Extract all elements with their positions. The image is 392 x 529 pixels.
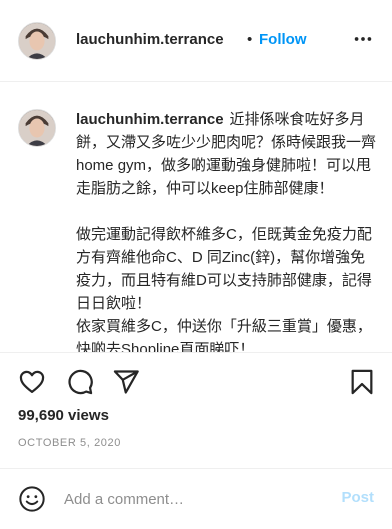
caption-body: 近排係咪食咗好多月餅，又滯又多咗少少肥肉呢？係時候跟我一齊home gym，做多… — [76, 111, 377, 353]
bookmark-icon[interactable] — [348, 368, 376, 396]
share-icon[interactable] — [112, 368, 140, 396]
post-date: OCTOBER 5, 2020 — [18, 437, 121, 449]
post-header: lauchunhim.terrance • Follow — [0, 0, 392, 82]
action-bar — [0, 360, 392, 404]
avatar-icon — [19, 23, 55, 59]
separator-dot: • — [247, 31, 253, 48]
follow-button[interactable]: Follow — [259, 31, 307, 48]
avatar-icon — [19, 110, 55, 146]
comment-bar: Post — [0, 468, 392, 529]
caption-avatar[interactable] — [18, 109, 56, 147]
comment-input[interactable] — [64, 487, 324, 511]
more-horizontal-icon[interactable] — [352, 28, 374, 50]
views-count[interactable]: 99,690 views — [18, 407, 109, 424]
emoji-icon[interactable] — [18, 485, 46, 513]
comment-icon[interactable] — [66, 368, 94, 396]
caption-text: lauchunhim.terrance 近排係咪食咗好多月餅，又滯又多咗少少肥肉呢… — [76, 108, 380, 353]
post-button[interactable]: Post — [341, 489, 374, 506]
heart-icon[interactable] — [18, 368, 46, 396]
caption-area: lauchunhim.terrance 近排係咪食咗好多月餅，又滯又多咗少少肥肉呢… — [0, 83, 392, 353]
caption-username[interactable]: lauchunhim.terrance — [76, 111, 224, 128]
avatar[interactable] — [18, 22, 56, 60]
header-username[interactable]: lauchunhim.terrance — [76, 31, 224, 48]
